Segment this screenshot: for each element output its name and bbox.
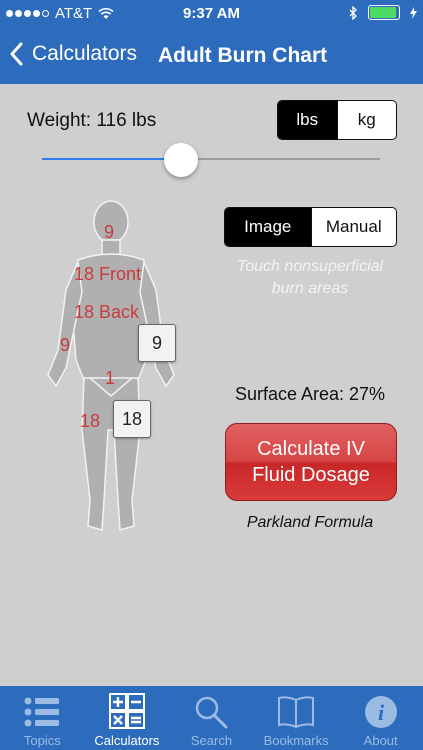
tab-search[interactable]: Search [169,686,254,750]
zone-left-leg-marked[interactable]: 18 [113,400,151,438]
calculator-icon [108,693,145,729]
weight-slider[interactable] [42,143,380,177]
zone-torso-back[interactable]: 18 Back [74,302,139,323]
zone-torso-front[interactable]: 18 Front [74,264,141,285]
tab-about-label: About [363,733,398,748]
instruction-line-1: Touch nonsuperficial [236,258,384,275]
navigation-bar: Calculators Adult Burn Chart [0,28,423,84]
list-icon [24,697,60,727]
charging-icon [410,6,417,19]
battery-icon [368,5,400,20]
zone-right-leg[interactable]: 18 [80,411,100,432]
search-icon [196,696,228,729]
calculate-button-line-2: Fluid Dosage [252,464,370,486]
unit-selector: lbs kg [277,100,397,140]
calculate-iv-fluid-button[interactable]: Calculate IV Fluid Dosage [225,423,397,501]
mode-option-manual[interactable]: Manual [310,208,397,246]
chevron-left-icon [10,42,23,66]
zone-head[interactable]: 9 [104,222,114,243]
surface-area-value: Surface Area: 27% [234,384,386,404]
slider-fill [42,158,181,160]
info-icon: i [364,696,397,728]
zone-right-arm[interactable]: 9 [60,335,70,356]
weight-label: Weight: 116 lbs [27,110,157,131]
slider-thumb[interactable] [163,143,198,177]
back-button[interactable]: Calculators [10,42,137,66]
mode-option-image[interactable]: Image [225,208,311,246]
input-mode-selector: Image Manual [224,207,397,247]
tab-topics[interactable]: Topics [0,686,85,750]
tab-calculators[interactable]: Calculators [85,686,170,750]
tab-topics-label: Topics [23,733,61,748]
instruction-line-2: burn areas [271,280,349,297]
unit-option-lbs[interactable]: lbs [278,101,337,139]
tab-bookmarks-label: Bookmarks [263,733,329,748]
tab-calculators-label: Calculators [94,733,160,748]
tab-about[interactable]: i About [338,686,423,750]
book-icon [278,696,315,729]
tab-bookmarks[interactable]: Bookmarks [254,686,339,750]
unit-option-kg[interactable]: kg [336,101,397,139]
status-bar: AT&T 9:37 AM [0,0,423,28]
formula-label: Parkland Formula [246,514,374,531]
slider-track [42,158,380,160]
tab-search-label: Search [190,733,233,748]
zone-groin[interactable]: 1 [105,368,115,389]
back-button-label: Calculators [32,42,138,65]
calculate-button-line-1: Calculate IV [257,438,365,460]
tab-bar: Topics Calculators Search Bookmarks i Ab… [0,686,423,750]
instruction-text: Touch nonsuperficial burn areas [212,256,408,300]
page-title: Adult Burn Chart [158,44,328,67]
zone-left-arm-marked[interactable]: 9 [138,324,176,362]
calculator-content: Weight: 116 lbs lbs kg Image Manual Touc… [0,84,423,686]
svg-text:i: i [378,700,385,725]
bluetooth-icon [349,5,357,20]
